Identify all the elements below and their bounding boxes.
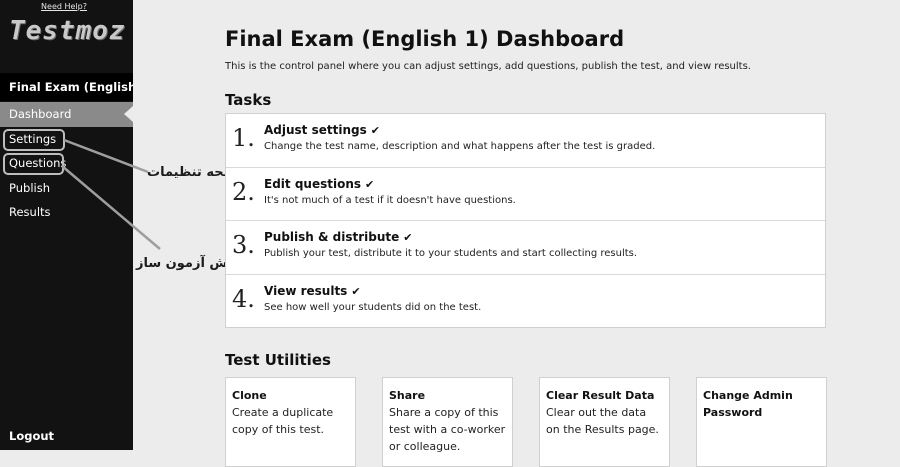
task-number: 3. (232, 231, 255, 260)
testmoz-logo[interactable]: Testmoz (9, 16, 126, 46)
utility-description: Clear out the data on the Results page. (546, 406, 659, 436)
sidebar-item-results[interactable]: Results (0, 200, 133, 225)
tasks-heading: Tasks (225, 91, 272, 109)
utility-change-admin-password[interactable]: Change Admin Password (696, 377, 827, 467)
task-number: 1. (232, 124, 255, 152)
task-number: 4. (232, 284, 255, 313)
task-view-results[interactable]: 4. View results ✔ See how well your stude… (226, 273, 825, 327)
utility-share[interactable]: Share Share a copy of this test with a c… (382, 377, 513, 467)
task-adjust-settings[interactable]: 1. Adjust settings ✔ Change the test name… (226, 114, 825, 167)
utility-description: Create a duplicate copy of this test. (232, 406, 334, 436)
check-icon: ✔ (370, 124, 380, 137)
sidebar-item-publish[interactable]: Publish (0, 176, 133, 201)
utilities-heading: Test Utilities (225, 351, 331, 369)
task-description: It's not much of a test if it doesn't ha… (264, 195, 516, 207)
task-title-link[interactable]: Publish & distribute ✔ (264, 230, 413, 244)
utility-title[interactable]: Change Admin Password (703, 387, 820, 421)
tasks-list: 1. Adjust settings ✔ Change the test name… (225, 113, 826, 328)
sidebar-item-dashboard[interactable]: Dashboard (0, 102, 133, 127)
need-help-link[interactable]: Need Help? (0, 2, 128, 11)
task-description: Change the test name, description and wh… (264, 141, 656, 152)
questions-highlight-circle (3, 153, 64, 175)
utility-title[interactable]: Clone (232, 387, 349, 404)
utility-clone[interactable]: Clone Create a duplicate copy of this te… (225, 377, 356, 467)
task-description: See how well your students did on the te… (264, 301, 482, 313)
utility-title[interactable]: Share (389, 387, 506, 404)
settings-highlight-circle (3, 129, 65, 151)
check-icon: ✔ (365, 178, 375, 192)
sidebar: Need Help? Testmoz Final Exam (English 1… (0, 0, 133, 450)
page-title: Final Exam (English 1) Dashboard (225, 27, 625, 51)
utility-title[interactable]: Clear Result Data (546, 387, 663, 404)
task-title-link[interactable]: View results ✔ (264, 284, 361, 298)
task-title-link[interactable]: Edit questions ✔ (264, 177, 374, 191)
utility-clear-result-data[interactable]: Clear Result Data Clear out the data on … (539, 377, 670, 467)
task-publish-distribute[interactable]: 3. Publish & distribute ✔ Publish your te… (226, 220, 825, 273)
check-icon: ✔ (403, 231, 413, 245)
task-title-link[interactable]: Adjust settings ✔ (264, 123, 380, 137)
page-intro: This is the control panel where you can … (225, 61, 751, 72)
utility-description: Share a copy of this test with a co-work… (389, 406, 506, 453)
sidebar-test-name: Final Exam (English 1) (0, 73, 133, 101)
check-icon: ✔ (351, 284, 361, 298)
task-number: 2. (232, 178, 255, 207)
task-edit-questions[interactable]: 2. Edit questions ✔ It's not much of a te… (226, 167, 825, 220)
task-description: Publish your test, distribute it to your… (264, 248, 638, 260)
logout-link[interactable]: Logout (9, 429, 54, 443)
